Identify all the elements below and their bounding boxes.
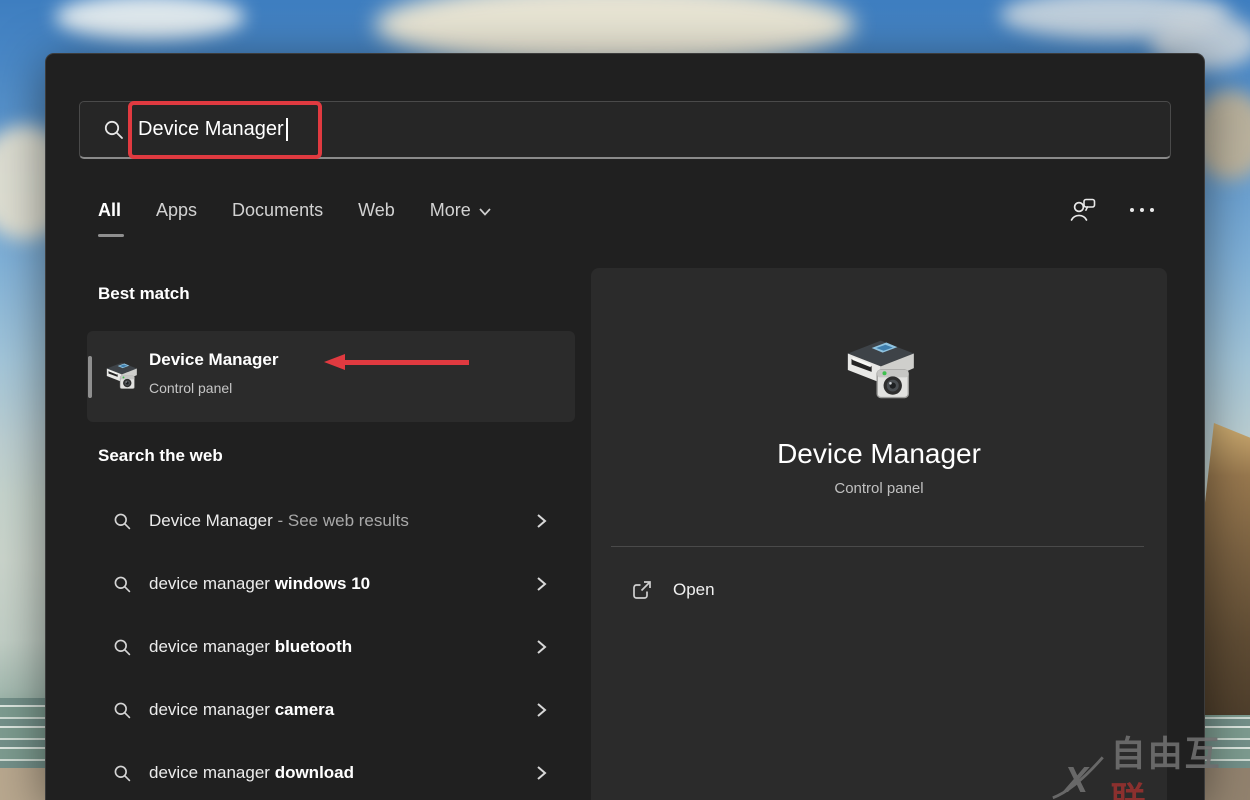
result-preview-pane: Device Manager Control panel Open [591,268,1167,800]
preview-title: Device Manager [777,438,981,469]
search-icon [114,513,131,529]
search-icon [114,765,131,781]
tab-all[interactable]: All [98,200,121,221]
windows-search-flyout: Device Manager All Apps Documents Web Mo… [45,53,1205,800]
web-suggestion-row[interactable]: device manager bluetooth [87,619,575,675]
web-suggestion-row[interactable]: device manager download [87,745,575,800]
search-the-web-heading: Search the web [98,446,223,465]
cloud [55,0,245,40]
tab-web[interactable]: Web [358,200,395,221]
open-external-icon [633,581,651,599]
tab-more[interactable]: More [430,200,492,221]
suggestion-text: device manager download [149,763,355,782]
tab-documents[interactable]: Documents [232,200,323,221]
arrow-head [324,354,345,370]
suggestion-text: device manager bluetooth [149,637,353,656]
preview-subtitle: Control panel [834,480,924,497]
web-suggestion-row[interactable]: device manager camera [87,682,575,738]
divider [611,546,1144,547]
suggestion-text: device manager windows 10 [149,574,371,593]
search-icon [114,576,131,592]
chevron-right-icon [537,766,547,780]
arrow-shaft [344,359,469,365]
device-manager-icon [106,362,137,389]
best-match-result[interactable]: Device Manager Control panel [87,331,575,422]
chevron-right-icon [537,640,547,654]
search-icon [104,120,123,139]
account-feedback-icon[interactable] [1068,195,1098,225]
red-annotation-arrow [324,354,469,370]
web-suggestion-row[interactable]: Device Manager - See web results [87,493,575,549]
scrollbar-thumb[interactable] [88,356,92,398]
search-icon [114,702,131,718]
tab-apps[interactable]: Apps [156,200,197,221]
best-match-subtitle: Control panel [149,380,233,396]
web-suggestion-row[interactable]: device manager windows 10 [87,556,575,612]
chevron-right-icon [537,577,547,591]
best-match-title: Device Manager [149,350,279,369]
search-filter-tabs: All Apps Documents Web More [98,200,492,221]
site-watermark: X 自由互联 [1050,732,1250,800]
chevron-right-icon [537,703,547,717]
best-match-heading: Best match [98,284,190,303]
search-input[interactable]: Device Manager [79,101,1171,159]
chevron-down-icon [479,208,491,216]
active-tab-indicator [98,234,124,237]
watermark-text: 自由互联 [1110,735,1222,800]
device-manager-icon-large [847,340,914,399]
more-options-icon[interactable] [1128,202,1156,218]
suggestion-text: Device Manager - See web results [149,511,409,530]
text-cursor [285,118,288,141]
svg-text:X: X [1062,760,1090,800]
tab-more-label: More [429,200,471,220]
search-icon [114,639,131,655]
open-label: Open [673,580,715,599]
search-query-text: Device Manager [138,118,284,140]
open-action[interactable]: Open [615,568,1143,612]
suggestion-text: device manager camera [149,700,335,719]
watermark-x-logo: X [1052,756,1104,800]
chevron-right-icon [537,514,547,528]
